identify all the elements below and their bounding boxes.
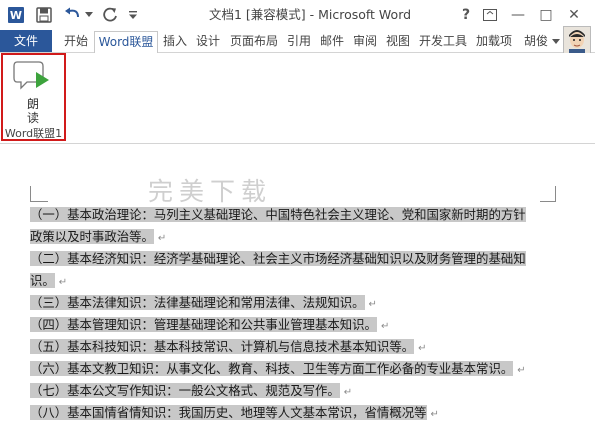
line-text: （四）基本管理知识：管理基础理论和公共事业管理基本知识。: [30, 317, 377, 332]
text-line: （二）基本经济知识：经济学基础理论、社会主义市场经济基础知识以及财务管理的基础知: [30, 248, 570, 270]
tab-page-layout[interactable]: 页面布局: [226, 30, 282, 52]
ribbon-tab-row: 文件 开始 Word联盟 插入 设计 页面布局 引用 邮件 审阅 视图 开发工具…: [0, 30, 595, 53]
user-dropdown-icon[interactable]: [552, 39, 560, 45]
undo-icon: [65, 7, 79, 18]
ribbon-panel: 朗读 Word联盟1: [0, 53, 595, 144]
user-name[interactable]: 胡俊: [524, 30, 548, 52]
line-text: （六）基本文教卫知识：从事文化、教育、科技、卫生等方面工作必备的专业基本常识。: [30, 361, 514, 376]
tab-design[interactable]: 设计: [193, 30, 223, 52]
save-button[interactable]: [34, 5, 54, 25]
text-line: （七）基本公文写作知识：一般公文格式、规范及写作。 ↵: [30, 380, 570, 402]
tab-developer[interactable]: 开发工具: [416, 30, 470, 52]
tab-insert[interactable]: 插入: [160, 30, 190, 52]
maximize-button[interactable]: □: [534, 0, 558, 30]
margin-marker-right-horizontal: [540, 201, 556, 202]
customize-icon: [129, 11, 137, 19]
line-text: （三）基本法律知识：法律基础理论和常用法律、法规知识。: [30, 295, 365, 310]
line-text: 政策以及时事政治等。: [30, 229, 154, 244]
paragraph-mark-icon: ↵: [380, 321, 390, 332]
tab-file[interactable]: 文件: [0, 30, 52, 52]
line-text: （二）基本经济知识：经济学基础理论、社会主义市场经济基础知识以及财务管理的基础知: [30, 251, 526, 266]
text-line: （六）基本文教卫知识：从事文化、教育、科技、卫生等方面工作必备的专业基本常识。 ↵: [30, 358, 570, 380]
redo-button[interactable]: [99, 5, 121, 25]
undo-dropdown[interactable]: [84, 5, 94, 25]
paragraph-mark-icon: ↵: [157, 233, 167, 244]
paragraph-mark-icon: ↵: [517, 365, 526, 376]
tab-mailings[interactable]: 邮件: [317, 30, 347, 52]
window-title: 文档1 [兼容模式] - Microsoft Word: [208, 7, 412, 22]
title-bar: W 文档1 [兼容模式] - Microsoft Word ? — □ ✕: [0, 0, 595, 31]
tab-add-ins[interactable]: 加载项: [472, 30, 516, 52]
tab-view[interactable]: 视图: [383, 30, 413, 52]
tab-word-union[interactable]: Word联盟: [94, 31, 158, 53]
text-line: （三）基本法律知识：法律基础理论和常用法律、法规知识。 ↵: [30, 292, 570, 314]
text-line: （八）基本国情省情知识：我国历史、地理等人文基本常识，省情概况等 ↵: [30, 402, 570, 424]
text-line: 政策以及时事政治等。 ↵: [30, 226, 570, 248]
word-app-icon[interactable]: W: [6, 5, 26, 25]
tab-home[interactable]: 开始: [60, 30, 92, 52]
customize-quick-access-button[interactable]: [126, 5, 140, 25]
text-line: （一）基本政治理论：马列主义基础理论、中国特色社会主义理论、党和国家新时期的方针: [30, 204, 570, 226]
read-aloud-label: 朗读: [26, 97, 39, 125]
paragraph-mark-icon: ↵: [343, 387, 353, 398]
ribbon-group-label: Word联盟1: [4, 127, 63, 140]
minimize-button[interactable]: —: [506, 0, 530, 30]
undo-button[interactable]: [62, 5, 84, 25]
line-text: （八）基本国情省情知识：我国历史、地理等人文基本常识，省情概况等: [30, 405, 427, 420]
document-body[interactable]: （一）基本政治理论：马列主义基础理论、中国特色社会主义理论、党和国家新时期的方针…: [30, 204, 570, 424]
help-button[interactable]: ?: [454, 0, 478, 30]
line-text: （一）基本政治理论：马列主义基础理论、中国特色社会主义理论、党和国家新时期的方针: [30, 207, 526, 222]
margin-marker-left: [30, 186, 31, 202]
paragraph-mark-icon: ↵: [368, 299, 377, 310]
ribbon-display-options-button[interactable]: [478, 0, 502, 30]
save-icon: [36, 7, 52, 23]
read-aloud-button[interactable]: 朗读: [13, 59, 55, 127]
line-text: （五）基本科技知识：基本科技常识、计算机与信息技术基本知识等。: [30, 339, 415, 354]
word-logo-icon: W: [8, 7, 24, 23]
tab-review[interactable]: 审阅: [350, 30, 380, 52]
paragraph-mark-icon: ↵: [58, 277, 68, 288]
text-line: 识。 ↵: [30, 270, 570, 292]
paragraph-mark-icon: ↵: [418, 343, 427, 354]
line-text: （七）基本公文写作知识：一般公文格式、规范及写作。: [30, 383, 340, 398]
ribbon-group-word-union: 朗读 Word联盟1: [1, 53, 66, 141]
tab-references[interactable]: 引用: [284, 30, 314, 52]
chevron-down-icon: [85, 12, 93, 17]
text-line: （五）基本科技知识：基本科技常识、计算机与信息技术基本知识等。 ↵: [30, 336, 570, 358]
watermark-text: 完美下载: [148, 177, 273, 206]
text-line: （四）基本管理知识：管理基础理论和公共事业管理基本知识。 ↵: [30, 314, 570, 336]
redo-icon: [103, 7, 117, 22]
speech-play-icon: [13, 61, 49, 90]
line-text: 识。: [30, 273, 55, 288]
ribbon-options-icon: [483, 9, 497, 21]
paragraph-mark-icon: ↵: [430, 409, 439, 420]
margin-marker-right: [555, 186, 556, 202]
margin-marker-left-horizontal: [30, 201, 48, 202]
